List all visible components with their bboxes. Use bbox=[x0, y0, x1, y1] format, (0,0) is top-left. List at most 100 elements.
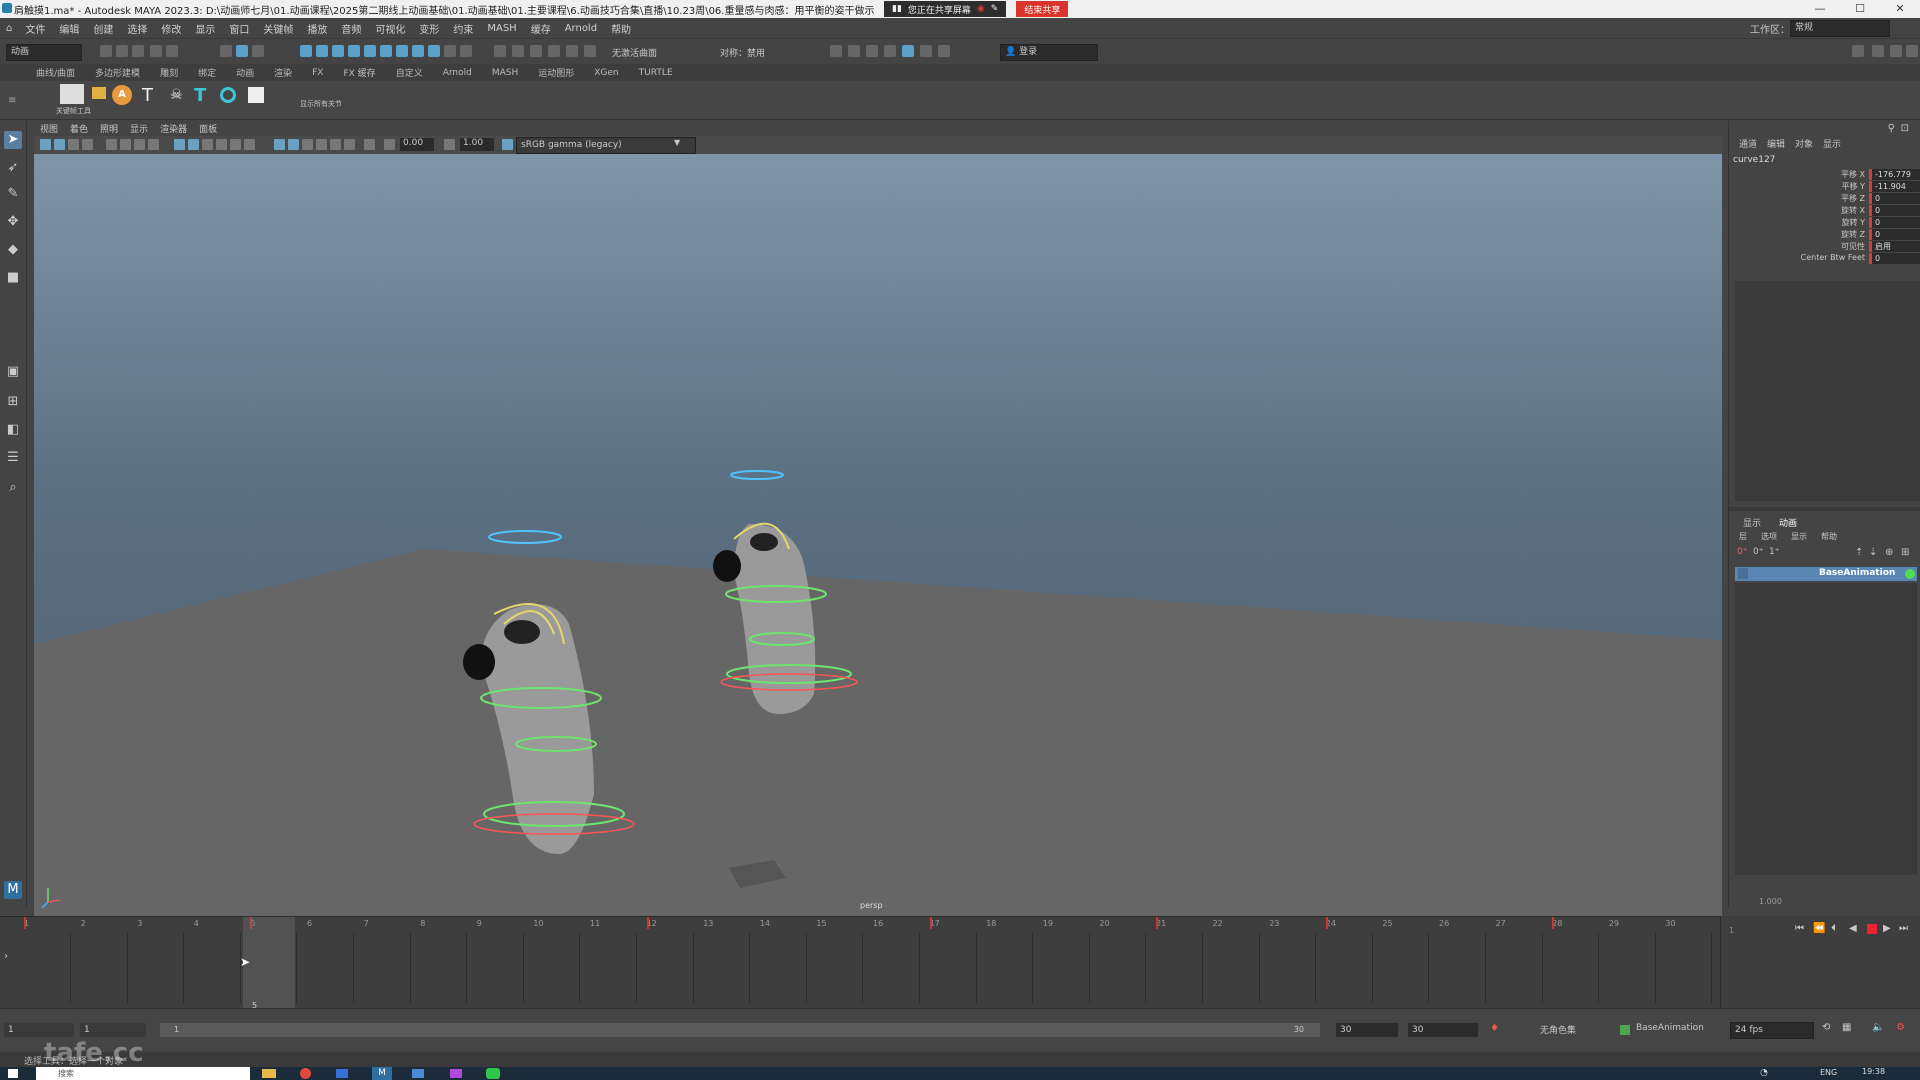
scale-tool-icon[interactable]: ■ bbox=[4, 269, 22, 287]
channel-value[interactable]: 0 bbox=[1869, 229, 1920, 240]
outliner-layout-icon-2[interactable]: ☰ bbox=[4, 449, 22, 467]
bookmark-icon[interactable] bbox=[68, 139, 79, 150]
language-indicator[interactable]: ENG bbox=[1820, 1068, 1837, 1077]
head-control-right[interactable] bbox=[730, 470, 784, 480]
play-backwards-icon[interactable]: ◀ bbox=[1849, 923, 1857, 934]
snap-surface-icon[interactable] bbox=[364, 45, 376, 57]
perspective-viewport[interactable]: persp bbox=[34, 154, 1722, 916]
redo-icon[interactable] bbox=[166, 45, 178, 57]
loop-icon[interactable]: ⟲ bbox=[1822, 1022, 1830, 1033]
select-camera-icon[interactable] bbox=[40, 139, 51, 150]
ipr-render-icon[interactable] bbox=[530, 45, 542, 57]
chrome-icon[interactable] bbox=[300, 1068, 311, 1079]
playback-end-field[interactable]: 30 bbox=[1336, 1023, 1398, 1037]
menu-audio[interactable]: 音频 bbox=[334, 21, 368, 36]
persp-graph-layout-icon[interactable]: ◧ bbox=[4, 421, 22, 439]
undo-icon[interactable] bbox=[150, 45, 162, 57]
menu-deform[interactable]: 变形 bbox=[412, 21, 446, 36]
playback-start-field[interactable]: 1 bbox=[80, 1023, 146, 1037]
construction-history-icon[interactable] bbox=[494, 45, 506, 57]
isolate-select-icon[interactable] bbox=[302, 139, 313, 150]
shelf-tab-motion-graphics[interactable]: 运动图形 bbox=[528, 66, 584, 79]
shelf-tab-mash[interactable]: MASH bbox=[482, 68, 528, 78]
menu-display[interactable]: 显示 bbox=[188, 21, 222, 36]
character-icon[interactable]: A bbox=[112, 85, 132, 105]
four-view-icon[interactable] bbox=[866, 45, 878, 57]
image-plane-icon[interactable] bbox=[82, 139, 93, 150]
snap-point-icon[interactable] bbox=[332, 45, 344, 57]
login-dropdown[interactable]: 👤 登录 bbox=[1000, 44, 1098, 61]
graph-editor-icon[interactable] bbox=[920, 45, 932, 57]
snap-pivot-icon[interactable] bbox=[412, 45, 424, 57]
menu-file[interactable]: 文件 bbox=[18, 21, 52, 36]
layer-new-selected-icon[interactable]: ⊞ bbox=[1901, 547, 1909, 558]
live-surface-label[interactable]: 无激活曲面 bbox=[612, 46, 657, 59]
view-transform-dropdown[interactable]: sRGB gamma (legacy) bbox=[516, 137, 696, 154]
xray-joints-icon[interactable] bbox=[288, 139, 299, 150]
maximize-button[interactable]: ☐ bbox=[1840, 0, 1880, 18]
menu-arnold[interactable]: Arnold bbox=[558, 23, 604, 34]
expand-time-slider-icon[interactable]: › bbox=[4, 951, 8, 962]
maya-home-icon[interactable]: M bbox=[4, 881, 22, 899]
save-scene-icon[interactable] bbox=[132, 45, 144, 57]
home-icon[interactable]: ⌂ bbox=[0, 23, 18, 34]
menu-key[interactable]: 关键帧 bbox=[256, 21, 300, 36]
pause-render-icon[interactable] bbox=[938, 45, 950, 57]
layer-menu-layers[interactable]: 层 bbox=[1739, 531, 1747, 542]
shelf-menu-icon[interactable]: ≡ bbox=[8, 95, 16, 106]
layer-full-key-icon[interactable]: 1⁺ bbox=[1769, 547, 1779, 557]
ik-handle-icon[interactable]: T bbox=[194, 85, 206, 106]
layer-weight-key-icon[interactable]: 0⁺ bbox=[1753, 547, 1763, 557]
snap-midpoint-icon[interactable] bbox=[428, 45, 440, 57]
menu-cache[interactable]: 缓存 bbox=[524, 21, 558, 36]
2d-pan-icon[interactable] bbox=[106, 139, 117, 150]
lock-icon[interactable] bbox=[444, 45, 456, 57]
select-hierarchy-icon[interactable] bbox=[220, 45, 232, 57]
maya-taskbar-icon[interactable]: M bbox=[372, 1067, 392, 1080]
start-button-icon[interactable] bbox=[8, 1069, 18, 1078]
channel-value[interactable]: 0 bbox=[1869, 193, 1920, 204]
anim-layer-base[interactable]: BaseAnimation bbox=[1735, 567, 1917, 581]
select-tool-icon[interactable]: ➤ bbox=[4, 131, 22, 149]
clock[interactable]: 19:38 bbox=[1862, 1067, 1885, 1076]
wechat-icon[interactable] bbox=[486, 1068, 500, 1079]
layer-tab-display[interactable]: 显示 bbox=[1743, 516, 1761, 529]
shadows-icon[interactable] bbox=[244, 139, 255, 150]
keyframe-marker[interactable] bbox=[24, 917, 26, 929]
stop-icon[interactable] bbox=[1867, 924, 1877, 934]
cube-icon[interactable] bbox=[248, 87, 264, 103]
camera-attributes-icon[interactable] bbox=[54, 139, 65, 150]
panel-menu-shading[interactable]: 着色 bbox=[64, 122, 94, 135]
channel-value[interactable]: 启用 bbox=[1869, 241, 1920, 252]
play-forward-icon[interactable]: ▶ bbox=[1883, 923, 1891, 934]
folder-icon[interactable] bbox=[92, 87, 106, 99]
layer-move-down-icon[interactable]: ⇣ bbox=[1869, 547, 1877, 558]
channel-row[interactable]: 平移 Z 0 bbox=[1729, 193, 1920, 205]
layer-editor-divider[interactable] bbox=[1729, 507, 1920, 511]
annotate-icon[interactable]: ✎ bbox=[991, 4, 999, 14]
current-frame-marker[interactable] bbox=[243, 917, 295, 1009]
menu-select[interactable]: 选择 bbox=[120, 21, 154, 36]
channel-row[interactable]: 旋转 Z 0 bbox=[1729, 229, 1920, 241]
cb-tab-edit[interactable]: 编辑 bbox=[1767, 137, 1785, 150]
panel-menu-panels[interactable]: 面板 bbox=[193, 122, 223, 135]
menu-edit[interactable]: 编辑 bbox=[52, 21, 86, 36]
wireframe-icon[interactable] bbox=[174, 139, 185, 150]
single-view-layout-icon[interactable]: ▣ bbox=[4, 363, 22, 381]
modeling-toolkit-icon[interactable] bbox=[1852, 45, 1864, 57]
preferences-icon[interactable]: ⚙ bbox=[1896, 1022, 1905, 1033]
gamma-value[interactable]: 1.00 bbox=[460, 138, 494, 151]
select-component-icon[interactable] bbox=[252, 45, 264, 57]
shelf-tab-fx[interactable]: FX bbox=[302, 68, 333, 78]
panel-dock-icon[interactable]: ⊡ bbox=[1901, 123, 1909, 134]
tool-settings-icon[interactable] bbox=[1890, 45, 1902, 57]
joint-tool-icon[interactable]: T bbox=[142, 85, 153, 106]
xray-icon[interactable] bbox=[274, 139, 285, 150]
menu-visualize[interactable]: 可视化 bbox=[368, 21, 412, 36]
attribute-editor-icon[interactable] bbox=[1872, 45, 1884, 57]
app-icon-a[interactable] bbox=[336, 1069, 348, 1078]
color-management-icon[interactable] bbox=[502, 139, 513, 150]
channel-box-toggle-icon[interactable] bbox=[1906, 45, 1918, 57]
layer-zero-key-icon[interactable]: 0⁺ bbox=[1737, 547, 1747, 557]
lasso-tool-icon[interactable]: ➶ bbox=[4, 159, 22, 177]
